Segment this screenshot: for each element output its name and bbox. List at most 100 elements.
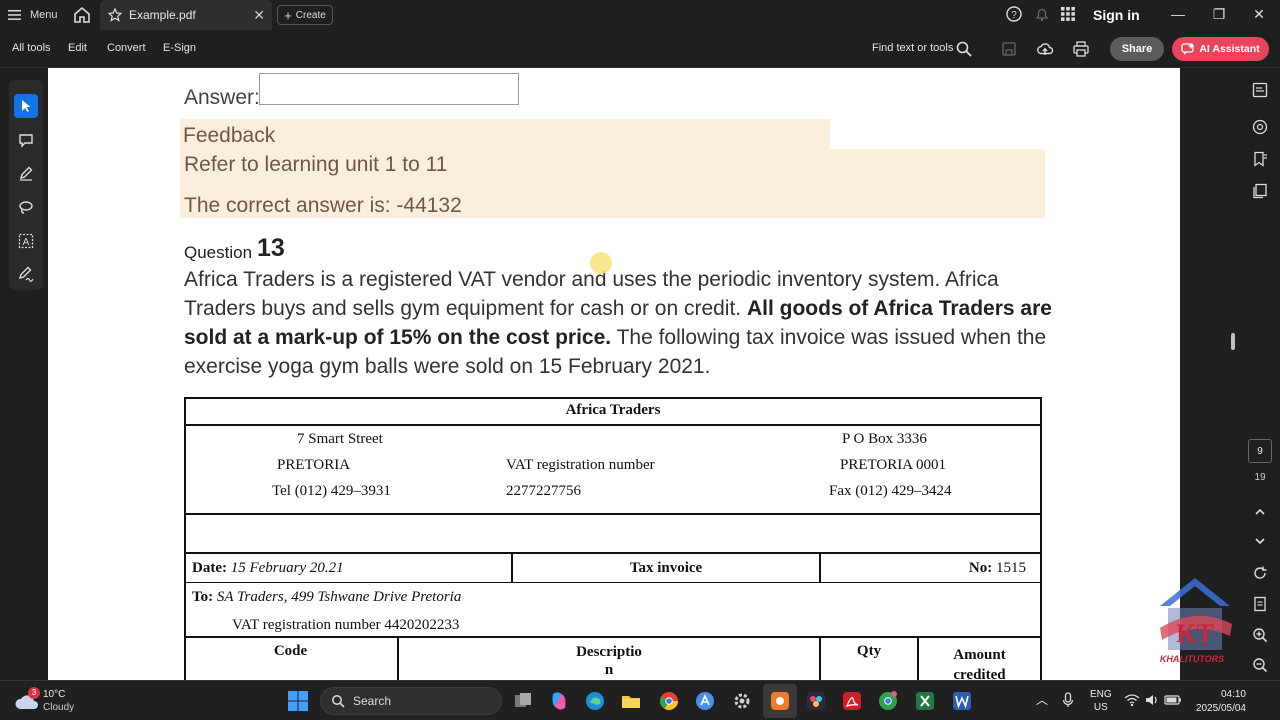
cursor-arrow-icon	[22, 100, 31, 112]
windows-start-icon[interactable]	[287, 690, 309, 712]
invoice-vat-label: VAT registration number	[506, 457, 655, 473]
star-icon[interactable]	[108, 8, 122, 22]
chevron-up-icon[interactable]	[1251, 503, 1269, 521]
to-value: SA Traders, 499 Tshwane Drive Pretoria	[216, 589, 462, 605]
battery-icon[interactable]	[1164, 692, 1182, 708]
watermark-initials: KT	[1176, 619, 1214, 648]
clock-date: 2025/05/04	[1195, 703, 1246, 714]
taskbar-search[interactable]: Search	[320, 687, 502, 715]
ai-assistant-button[interactable]: AI Assistant	[1172, 37, 1269, 61]
draw-tool[interactable]	[14, 195, 38, 219]
bookmark-icon[interactable]	[1251, 150, 1269, 168]
print-icon[interactable]	[1072, 40, 1090, 58]
restore-icon[interactable]: ❐	[1209, 4, 1229, 24]
share-button[interactable]: Share	[1110, 37, 1164, 61]
minimize-icon[interactable]: —	[1168, 4, 1188, 24]
copilot-icon[interactable]	[548, 690, 570, 712]
chrome-icon[interactable]	[658, 690, 680, 712]
feedback-title: Feedback	[183, 124, 276, 147]
clock-time: 04:10	[1220, 689, 1246, 700]
sign-tool[interactable]	[14, 262, 38, 286]
close-window-icon[interactable]: ✕	[1249, 4, 1269, 24]
scrollbar-thumb[interactable]	[1231, 333, 1235, 350]
system-clock[interactable]: 04:10 2025/05/04	[1194, 688, 1246, 716]
create-button[interactable]: + Create	[277, 5, 333, 25]
invoice-date: Date: 15 February 20.21	[192, 560, 344, 577]
home-button[interactable]	[72, 5, 92, 25]
question-label: Question	[184, 243, 253, 262]
date-value: 15 February 20.21	[230, 560, 344, 576]
invoice-to: To: SA Traders, 499 Tshwane Drive Pretor…	[192, 589, 461, 606]
weather-widget[interactable]: 3 10°C Cloudy	[14, 687, 84, 715]
all-tools-link[interactable]: All tools	[12, 42, 51, 54]
comments-panel-icon[interactable]	[1251, 118, 1269, 136]
home-icon	[74, 6, 90, 23]
document-tab[interactable]: Example.pdf ✕	[100, 0, 272, 30]
highlight-tool[interactable]	[14, 161, 38, 185]
sign-in-button[interactable]: Sign in	[1093, 7, 1140, 23]
excel-icon[interactable]	[914, 690, 936, 712]
cloud-upload-icon[interactable]	[1036, 40, 1054, 58]
invoice-number: No: 1515	[969, 560, 1026, 577]
current-page-field[interactable]: 9	[1248, 439, 1272, 463]
windows-taskbar: 3 10°C Cloudy Search ︿ ENG US 04:10 2025…	[0, 680, 1280, 720]
weather-temp: 10°C	[43, 689, 66, 700]
menu-button[interactable]: Menu	[8, 6, 58, 24]
refresh-icon[interactable]	[1251, 564, 1269, 582]
language-code: ENG	[1090, 689, 1112, 700]
date-label: Date:	[192, 560, 227, 576]
table-border	[184, 424, 1042, 426]
close-tab-icon[interactable]: ✕	[253, 7, 265, 24]
table-border	[819, 552, 821, 582]
esign-link[interactable]: E-Sign	[163, 42, 196, 54]
answer-label: Answer:	[184, 86, 260, 109]
zoom-in-icon[interactable]	[1251, 626, 1269, 644]
question-number: 13	[257, 234, 285, 262]
svg-text:A: A	[23, 237, 30, 248]
invoice-po-box: P O Box 3336	[842, 431, 927, 447]
page-fit-icon[interactable]	[1251, 595, 1269, 613]
chevron-down-icon[interactable]	[1251, 532, 1269, 550]
tray-overflow-chevron-icon[interactable]: ︿	[1036, 691, 1048, 708]
table-border	[184, 552, 1042, 554]
table-border	[184, 397, 1042, 399]
recorder-app-icon[interactable]	[769, 690, 791, 712]
apps-grid-icon[interactable]	[1059, 5, 1077, 25]
edge-icon[interactable]	[584, 690, 606, 712]
volume-icon[interactable]	[1144, 692, 1160, 708]
save-icon[interactable]	[1000, 40, 1018, 58]
chrome-profile-icon[interactable]	[877, 690, 899, 712]
settings-gear-icon[interactable]	[731, 690, 753, 712]
panel-icon[interactable]	[1251, 81, 1269, 99]
col-code: Code	[273, 643, 308, 659]
copy-pages-icon[interactable]	[1251, 182, 1269, 200]
no-label: No:	[968, 560, 993, 576]
convert-link[interactable]: Convert	[107, 42, 146, 54]
app-store-icon[interactable]	[694, 690, 716, 712]
table-border	[184, 513, 1042, 515]
create-label: Create	[295, 9, 326, 21]
edit-link[interactable]: Edit	[68, 42, 87, 54]
zoom-out-icon[interactable]	[1251, 656, 1269, 674]
select-tool[interactable]	[14, 94, 38, 118]
microphone-icon[interactable]	[1061, 691, 1075, 709]
wifi-icon[interactable]	[1124, 692, 1140, 708]
answer-input[interactable]	[259, 73, 519, 105]
language-indicator[interactable]: ENG US	[1090, 688, 1112, 714]
help-icon[interactable]: ?	[1005, 5, 1023, 25]
bell-icon[interactable]	[1033, 5, 1051, 25]
acrobat-icon[interactable]	[841, 690, 863, 712]
pen-icon	[19, 166, 33, 181]
invoice-company: Africa Traders	[565, 402, 661, 418]
question-text: Africa Traders is a registered VAT vendo…	[184, 265, 1054, 381]
text-box-icon: A	[18, 233, 34, 249]
word-icon[interactable]	[951, 690, 973, 712]
table-border	[184, 636, 1042, 638]
search-icon[interactable]	[955, 40, 973, 58]
media-app-icon[interactable]	[805, 690, 827, 712]
task-view-icon[interactable]	[512, 690, 534, 712]
find-text-button[interactable]: Find text or tools	[872, 42, 953, 54]
text-box-tool[interactable]: A	[14, 229, 38, 253]
comment-tool[interactable]	[14, 128, 38, 152]
file-explorer-icon[interactable]	[620, 690, 642, 712]
